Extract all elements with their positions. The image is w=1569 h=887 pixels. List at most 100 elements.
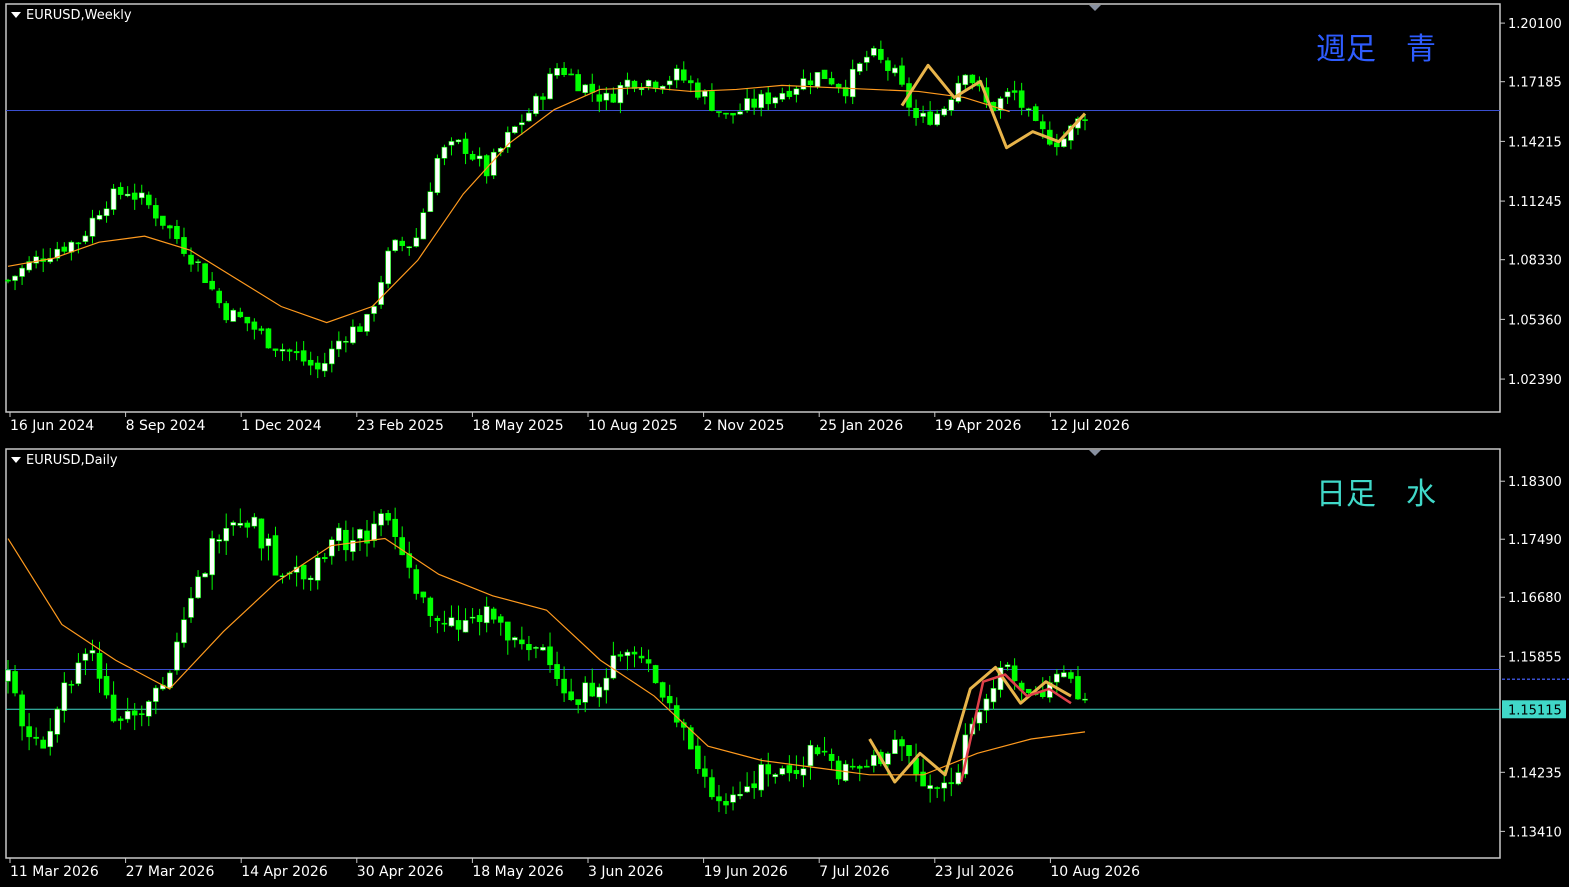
y-tick-label-6: 1.02390	[1508, 373, 1562, 388]
candle-body	[258, 328, 265, 331]
candle-body	[124, 710, 131, 720]
candle-body	[378, 282, 384, 305]
candle-body	[828, 753, 835, 761]
candle-body	[758, 764, 764, 791]
candle-body	[582, 682, 589, 703]
candle-body	[321, 557, 328, 560]
candle-body	[188, 597, 194, 618]
x-tick-label-3: 23 Feb 2025	[357, 418, 444, 434]
candle-body	[652, 665, 659, 684]
x-tick-label-6: 2 Nov 2025	[704, 418, 785, 434]
candle-body	[181, 237, 187, 254]
candle-body	[695, 745, 701, 770]
candle-body	[1082, 698, 1088, 701]
x-tick-label-8: 23 Jul 2026	[935, 864, 1014, 880]
candle-body	[554, 68, 560, 76]
daily-chart[interactable]: 1.18300 1.17490 1.16680 1.15855 1.14235 1.134…	[0, 441, 1569, 883]
candle-body	[272, 348, 279, 351]
candle-body	[561, 67, 567, 75]
candle-body	[645, 80, 652, 87]
candle-body	[490, 608, 497, 620]
candle-body	[519, 639, 525, 645]
candle-body	[209, 280, 215, 290]
candle-body	[174, 226, 180, 240]
candle-body	[969, 74, 976, 84]
chart-frame	[5, 3, 1501, 413]
candle-body	[54, 708, 61, 735]
candle-body	[364, 313, 370, 332]
candle-body	[835, 83, 842, 89]
candle-body	[103, 676, 110, 696]
candle-body	[82, 235, 89, 242]
candle-body	[568, 73, 574, 76]
candle-body	[321, 363, 328, 372]
x-tick-label-5: 3 Jun 2026	[588, 864, 663, 880]
candle-body	[1011, 90, 1018, 93]
candle-body	[131, 192, 138, 200]
candle-body	[5, 669, 11, 682]
weekly-chart[interactable]: 1.20100 1.17185 1.14215 1.11245 1.08330 1.053…	[0, 0, 1569, 441]
candle-body	[737, 111, 743, 115]
candle-body	[786, 90, 793, 97]
candle-body	[40, 739, 46, 749]
chart-note: 週足 青	[1316, 32, 1436, 67]
candle-body	[673, 68, 680, 81]
candle-body	[927, 785, 933, 789]
scroll-marker-icon	[1089, 450, 1101, 456]
candle-body	[103, 208, 110, 217]
y-tick-label-0: 1.20100	[1508, 17, 1562, 32]
candle-body	[610, 655, 617, 679]
x-tick-label-1: 8 Sep 2024	[126, 418, 206, 434]
candle-body	[871, 754, 877, 766]
candle-body	[540, 96, 546, 100]
candle-body	[434, 617, 441, 621]
candle-body	[251, 516, 258, 527]
candle-body	[695, 82, 701, 98]
candle-body	[758, 93, 764, 109]
candle-body	[941, 782, 948, 789]
candle-body	[575, 74, 581, 92]
candle-body	[561, 678, 567, 694]
candle-body	[941, 108, 948, 116]
candle-body	[871, 48, 877, 56]
candle-body	[195, 576, 201, 599]
candle-body	[237, 311, 244, 318]
candle-body	[512, 637, 518, 641]
weekly-chart-pane[interactable]: 1.20100 1.17185 1.14215 1.11245 1.08330 1.053…	[0, 0, 1569, 441]
chart-title: EURUSD,Daily	[26, 453, 118, 468]
daily-chart-pane[interactable]: 1.18300 1.17490 1.16680 1.15855 1.14235 1.134…	[0, 441, 1569, 883]
candle-body	[737, 793, 743, 797]
candle-body	[96, 215, 103, 220]
candle-body	[483, 606, 490, 624]
candle-body	[399, 240, 405, 246]
candle-body	[1025, 688, 1032, 693]
candle-body	[145, 701, 152, 717]
candle-body	[807, 744, 814, 767]
candle-body	[300, 350, 307, 362]
candle-body	[709, 777, 715, 798]
candle-body	[821, 69, 828, 80]
candle-body	[26, 726, 32, 738]
x-tick-label-3: 30 Apr 2026	[357, 864, 444, 880]
candle-body	[617, 654, 624, 657]
chart-title: EURUSD,Weekly	[26, 8, 132, 23]
candle-body	[131, 710, 138, 716]
candle-body	[892, 739, 898, 754]
candle-body	[216, 290, 222, 304]
x-tick-label-6: 19 Jun 2026	[704, 864, 788, 880]
candle-body	[138, 192, 145, 199]
candle-body	[413, 237, 420, 247]
candle-body	[526, 112, 532, 122]
candle-body	[828, 78, 835, 85]
candle-body	[265, 538, 272, 547]
candle-body	[1068, 672, 1074, 679]
candle-body	[814, 747, 821, 755]
candle-body	[849, 765, 856, 768]
candle-body	[160, 215, 166, 226]
candle-body	[174, 641, 180, 671]
candle-body	[603, 92, 610, 101]
candle-body	[47, 730, 54, 748]
candle-body	[702, 768, 708, 777]
candle-body	[61, 682, 68, 711]
candle-body	[547, 73, 553, 100]
